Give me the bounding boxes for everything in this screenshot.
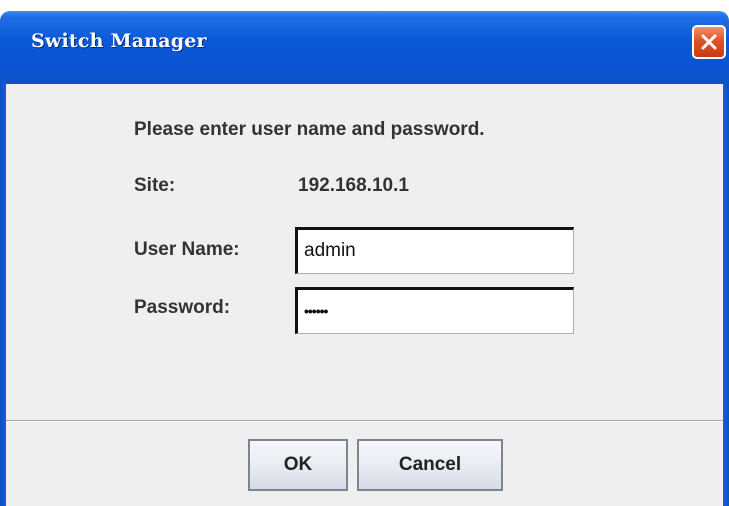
window-title: Switch Manager bbox=[31, 30, 207, 52]
window-frame-left bbox=[0, 84, 6, 506]
login-dialog: Switch Manager Please enter user name an… bbox=[0, 0, 729, 506]
window-frame-right bbox=[723, 84, 729, 506]
user-name-value: admin bbox=[304, 240, 356, 261]
site-label: Site: bbox=[134, 175, 176, 196]
button-separator bbox=[6, 420, 723, 422]
close-icon bbox=[701, 34, 717, 50]
ok-button[interactable]: OK bbox=[248, 439, 348, 491]
password-input[interactable]: •••••• bbox=[295, 287, 574, 334]
title-bar[interactable]: Switch Manager bbox=[0, 0, 729, 84]
password-label: Password: bbox=[134, 297, 231, 318]
login-prompt: Please enter user name and password. bbox=[134, 119, 485, 140]
user-name-label: User Name: bbox=[134, 239, 240, 260]
close-button[interactable] bbox=[692, 25, 726, 59]
user-name-input[interactable]: admin bbox=[295, 227, 574, 274]
site-value: 192.168.10.1 bbox=[298, 175, 409, 196]
cancel-button[interactable]: Cancel bbox=[357, 439, 503, 491]
password-mask: •••••• bbox=[304, 303, 328, 319]
